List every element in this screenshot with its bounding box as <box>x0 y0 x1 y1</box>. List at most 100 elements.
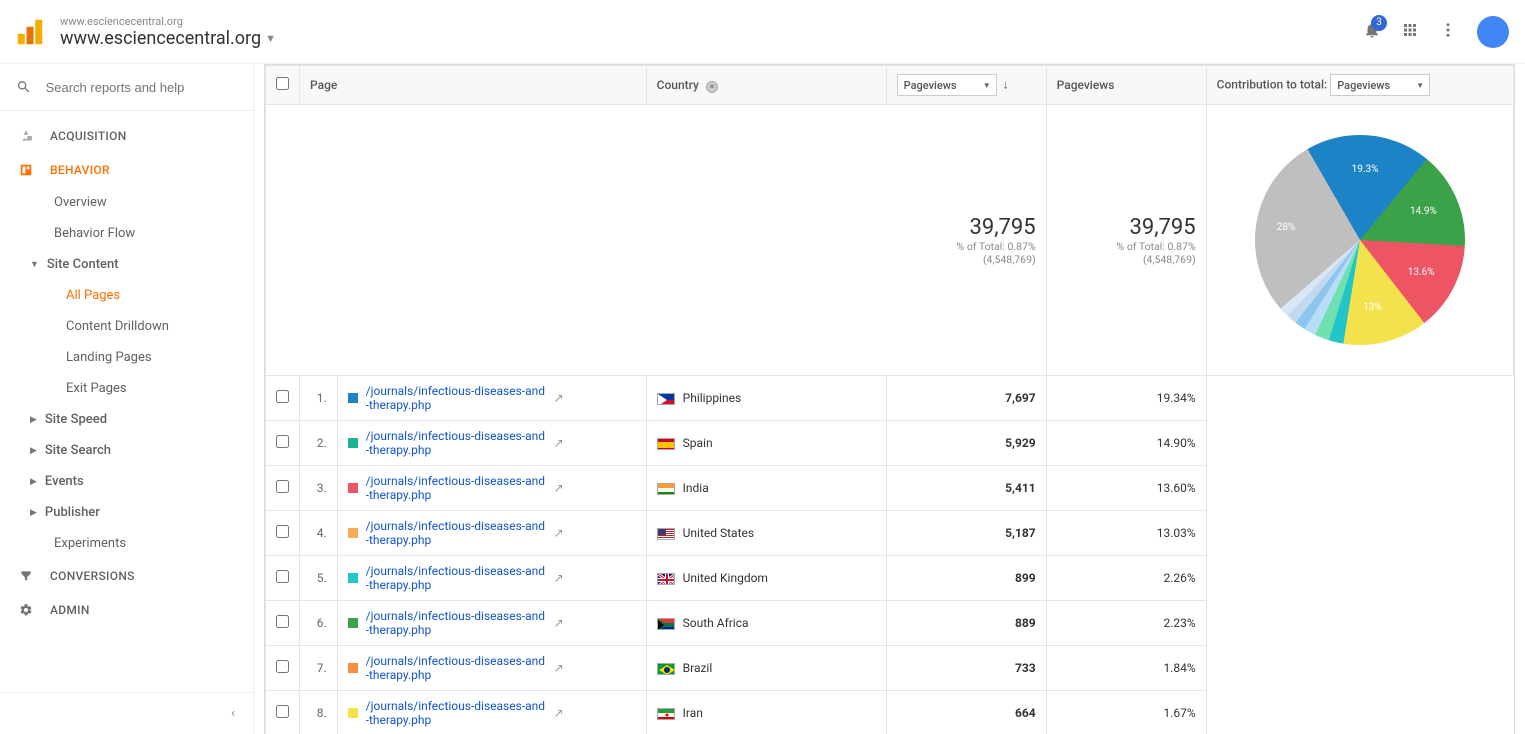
sidebar-search[interactable] <box>0 64 253 111</box>
chevron-right-icon: ▶ <box>30 446 37 456</box>
table-row: 1./journals/infectious-diseases-and-ther… <box>266 376 1514 421</box>
page-path-link[interactable]: /journals/infectious-diseases-and-therap… <box>366 384 546 412</box>
row-checkbox[interactable] <box>276 705 289 718</box>
sidebar-collapse-button[interactable]: ‹ <box>0 692 253 734</box>
select-all-checkbox[interactable] <box>276 77 289 90</box>
row-checkbox[interactable] <box>276 660 289 673</box>
country-cell: Iran <box>646 691 886 734</box>
pageviews-value: 5,929 <box>886 421 1046 466</box>
search-input[interactable] <box>46 80 237 95</box>
sidebar-item-publisher[interactable]: ▶Publisher <box>30 497 253 528</box>
row-index: 8. <box>300 691 338 734</box>
page-path-link[interactable]: /journals/infectious-diseases-and-therap… <box>366 699 546 727</box>
open-external-icon[interactable]: ↗ <box>554 571 564 585</box>
country-cell: Philippines <box>646 376 886 421</box>
sidebar-item-admin[interactable]: ADMIN <box>0 593 253 627</box>
report-table: Page Country × Pageviews ↓ Pageviews Con… <box>264 64 1515 734</box>
row-checkbox[interactable] <box>276 390 289 403</box>
open-external-icon[interactable]: ↗ <box>554 526 564 540</box>
sidebar-item-all-pages[interactable]: All Pages <box>54 280 253 311</box>
summary-pct-1: % of Total: 0.87% <box>896 240 1036 253</box>
series-color-chip <box>348 528 358 538</box>
sidebar-item-overview[interactable]: Overview <box>54 187 253 218</box>
sidebar-item-exit-pages[interactable]: Exit Pages <box>54 373 253 404</box>
sidebar-item-content-drilldown[interactable]: Content Drilldown <box>54 311 253 342</box>
pageviews-percent: 2.23% <box>1046 601 1206 646</box>
table-row: 5./journals/infectious-diseases-and-ther… <box>266 556 1514 601</box>
sidebar-label: Site Speed <box>45 412 107 427</box>
page-path-link[interactable]: /journals/infectious-diseases-and-therap… <box>366 519 546 547</box>
col-page[interactable]: Page <box>300 66 647 105</box>
sidebar-item-events[interactable]: ▶Events <box>30 466 253 497</box>
open-external-icon[interactable]: ↗ <box>554 706 564 720</box>
pageviews-percent: 1.84% <box>1046 646 1206 691</box>
conversions-icon <box>16 569 36 583</box>
page-path-link[interactable]: /journals/infectious-diseases-and-therap… <box>366 474 546 502</box>
chevron-down-icon: ▼ <box>30 259 39 270</box>
col-label: Page <box>310 78 337 92</box>
row-checkbox[interactable] <box>276 525 289 538</box>
sidebar-item-site-speed[interactable]: ▶Site Speed <box>30 404 253 435</box>
property-selector[interactable]: www.esciencecentral.org ▼ <box>60 28 1363 49</box>
sidebar-item-acquisition[interactable]: ACQUISITION <box>0 119 253 153</box>
metric-select[interactable]: Pageviews <box>897 74 997 96</box>
country-flag-icon <box>657 528 675 540</box>
country-flag-icon <box>657 708 675 720</box>
summary-value-2: 39,795 <box>1057 215 1196 240</box>
open-external-icon[interactable]: ↗ <box>554 616 564 630</box>
country-name: India <box>683 481 709 495</box>
row-checkbox[interactable] <box>276 570 289 583</box>
sidebar-item-behavior-flow[interactable]: Behavior Flow <box>54 218 253 249</box>
series-color-chip <box>348 618 358 628</box>
row-checkbox[interactable] <box>276 615 289 628</box>
row-index: 7. <box>300 646 338 691</box>
country-flag-icon <box>657 483 675 495</box>
sidebar-item-conversions[interactable]: CONVERSIONS <box>0 559 253 593</box>
sidebar-label: Experiments <box>54 536 126 551</box>
sidebar-label: ADMIN <box>50 603 90 617</box>
behavior-icon <box>16 163 36 177</box>
page-path-link[interactable]: /journals/infectious-diseases-and-therap… <box>366 654 546 682</box>
col-country[interactable]: Country × <box>646 66 886 105</box>
sidebar-item-landing-pages[interactable]: Landing Pages <box>54 342 253 373</box>
series-color-chip <box>348 393 358 403</box>
sidebar-item-experiments[interactable]: Experiments <box>54 528 253 559</box>
page-path-link[interactable]: /journals/infectious-diseases-and-therap… <box>366 564 546 592</box>
row-checkbox[interactable] <box>276 480 289 493</box>
row-checkbox[interactable] <box>276 435 289 448</box>
sidebar-item-site-content[interactable]: ▼Site Content <box>30 249 253 280</box>
table-row: 4./journals/infectious-diseases-and-ther… <box>266 511 1514 556</box>
summary-pct-2: % of Total: 0.87% <box>1057 240 1196 253</box>
more-button[interactable] <box>1439 21 1457 43</box>
open-external-icon[interactable]: ↗ <box>554 661 564 675</box>
sidebar-label: Exit Pages <box>66 381 127 396</box>
open-external-icon[interactable]: ↗ <box>554 391 564 405</box>
select-value: Pageviews <box>904 79 957 92</box>
notifications-button[interactable]: 3 <box>1363 21 1381 43</box>
pageviews-value: 5,187 <box>886 511 1046 556</box>
page-cell: /journals/infectious-diseases-and-therap… <box>337 601 646 646</box>
apps-button[interactable] <box>1401 21 1419 43</box>
country-cell: India <box>646 466 886 511</box>
col-contribution: Contribution to total: Pageviews <box>1206 66 1513 105</box>
page-path-link[interactable]: /journals/infectious-diseases-and-therap… <box>366 609 546 637</box>
sort-descending-icon[interactable]: ↓ <box>1003 78 1009 92</box>
sidebar-item-behavior[interactable]: BEHAVIOR <box>0 153 253 187</box>
pageviews-percent: 13.60% <box>1046 466 1206 511</box>
chevron-left-icon: ‹ <box>231 706 235 721</box>
account-avatar[interactable] <box>1477 16 1509 48</box>
select-all-header <box>266 66 300 105</box>
col-pageviews-secondary[interactable]: Pageviews <box>1046 66 1206 105</box>
country-cell: Brazil <box>646 646 886 691</box>
sidebar-item-site-search[interactable]: ▶Site Search <box>30 435 253 466</box>
page-path-link[interactable]: /journals/infectious-diseases-and-therap… <box>366 429 546 457</box>
series-color-chip <box>348 483 358 493</box>
contribution-select[interactable]: Pageviews <box>1330 74 1430 96</box>
open-external-icon[interactable]: ↗ <box>554 436 564 450</box>
remove-dimension-icon[interactable]: × <box>706 81 718 93</box>
country-flag-icon <box>657 618 675 630</box>
country-name: South Africa <box>683 616 749 630</box>
pageviews-percent: 1.67% <box>1046 691 1206 734</box>
open-external-icon[interactable]: ↗ <box>554 481 564 495</box>
pageviews-percent: 13.03% <box>1046 511 1206 556</box>
